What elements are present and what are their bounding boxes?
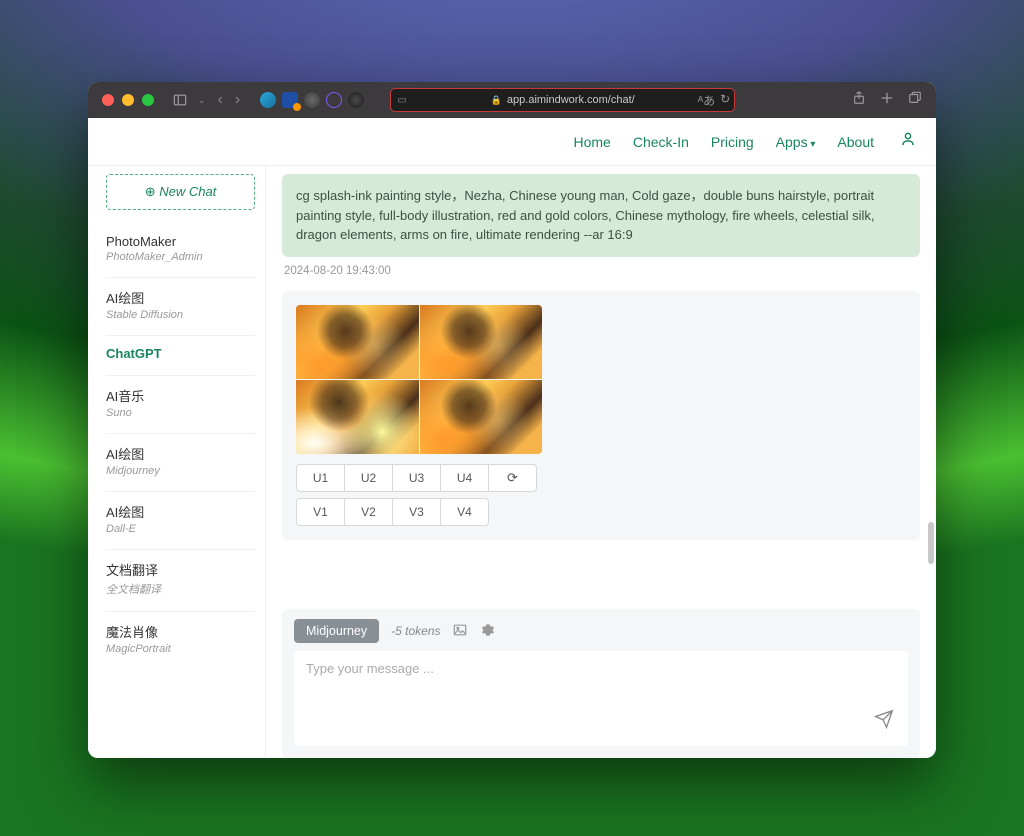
- sidebar-item-sub: Dall-E: [106, 523, 255, 535]
- scrollbar-track: [928, 166, 934, 758]
- favorite-icon-1[interactable]: [260, 92, 276, 108]
- user-account-icon[interactable]: [900, 131, 916, 152]
- browser-titlebar: ⌄ ‹ › ▭ 🔒 app.aimindwork.com/chat/ ᴬあ ↻: [88, 82, 936, 118]
- forward-button[interactable]: ›: [233, 91, 242, 109]
- sidebar-item-magicportrait[interactable]: 魔法肖像 MagicPortrait: [106, 612, 255, 669]
- favorite-icon-2[interactable]: [282, 92, 298, 108]
- chat-scroll[interactable]: cg splash-ink painting style，Nezha, Chin…: [266, 166, 936, 609]
- favorites-strip: [260, 92, 364, 108]
- new-tab-icon[interactable]: [880, 91, 894, 110]
- input-toolbar: Midjourney -5 tokens: [294, 619, 908, 643]
- favorite-icon-4[interactable]: [326, 92, 342, 108]
- u1-button[interactable]: U1: [296, 464, 345, 492]
- sidebar-toggle-icon[interactable]: [172, 92, 188, 108]
- prompt-text: cg splash-ink painting style，Nezha, Chin…: [296, 188, 875, 242]
- upscale-button-row: U1 U2 U3 U4 ⟳: [296, 464, 906, 492]
- main-pane: cg splash-ink painting style，Nezha, Chin…: [266, 166, 936, 758]
- translate-icon[interactable]: ᴬあ: [698, 92, 715, 109]
- sidebar-item-title: ChatGPT: [106, 346, 255, 361]
- sidebar-item-photomaker[interactable]: PhotoMaker PhotoMaker_Admin: [106, 224, 255, 278]
- nav-home[interactable]: Home: [573, 134, 610, 150]
- v4-button[interactable]: V4: [440, 498, 489, 526]
- sidebar-item-title: PhotoMaker: [106, 234, 255, 249]
- nav-checkin[interactable]: Check-In: [633, 134, 689, 150]
- favorite-icon-5[interactable]: [348, 92, 364, 108]
- reload-icon[interactable]: ↻: [720, 92, 730, 109]
- sidebar-item-title: 魔法肖像: [106, 622, 255, 641]
- toolbar-dropdown-icon[interactable]: ⌄: [196, 95, 208, 106]
- token-cost: -5 tokens: [391, 624, 440, 638]
- close-window-button[interactable]: [102, 94, 114, 106]
- sidebar-item-sub: Stable Diffusion: [106, 309, 255, 321]
- nav-pricing[interactable]: Pricing: [711, 134, 754, 150]
- tabs-overview-icon[interactable]: [908, 91, 922, 110]
- new-chat-button[interactable]: New Chat: [106, 174, 255, 210]
- send-button[interactable]: [874, 709, 894, 734]
- body-area: New Chat PhotoMaker PhotoMaker_Admin AI绘…: [88, 166, 936, 758]
- site-settings-icon[interactable]: ▭: [397, 95, 406, 106]
- back-button[interactable]: ‹: [216, 91, 225, 109]
- sidebar-item-title: 文档翻译: [106, 560, 255, 579]
- url-bar[interactable]: ▭ 🔒 app.aimindwork.com/chat/ ᴬあ ↻: [390, 88, 735, 112]
- sidebar-item-midjourney[interactable]: AI绘图 Midjourney: [106, 434, 255, 492]
- mj-image-3[interactable]: [296, 380, 419, 454]
- sidebar-item-title: AI绘图: [106, 288, 255, 307]
- model-badge[interactable]: Midjourney: [294, 619, 379, 643]
- input-area: Midjourney -5 tokens Type your message .…: [282, 609, 920, 758]
- settings-icon[interactable]: [481, 623, 495, 640]
- u3-button[interactable]: U3: [392, 464, 441, 492]
- titlebar-right-controls: [852, 91, 922, 110]
- sidebar-item-title: AI绘图: [106, 502, 255, 521]
- minimize-window-button[interactable]: [122, 94, 134, 106]
- browser-window: ⌄ ‹ › ▭ 🔒 app.aimindwork.com/chat/ ᴬあ ↻: [88, 82, 936, 758]
- v1-button[interactable]: V1: [296, 498, 345, 526]
- scrollbar-thumb[interactable]: [928, 522, 934, 564]
- sidebar-item-sub: Midjourney: [106, 465, 255, 477]
- variation-button-row: V1 V2 V3 V4: [296, 498, 906, 526]
- sidebar-item-sub: Suno: [106, 407, 255, 419]
- sidebar-item-suno[interactable]: AI音乐 Suno: [106, 376, 255, 434]
- mj-image-4[interactable]: [420, 380, 543, 454]
- share-icon[interactable]: [852, 91, 866, 110]
- top-navigation: Home Check-In Pricing Apps About: [88, 118, 936, 166]
- nav-apps-dropdown[interactable]: Apps: [776, 134, 816, 150]
- sidebar-item-dalle[interactable]: AI绘图 Dall-E: [106, 492, 255, 550]
- traffic-lights: [102, 94, 154, 106]
- v3-button[interactable]: V3: [392, 498, 441, 526]
- sidebar-item-title: AI绘图: [106, 444, 255, 463]
- titlebar-left-controls: ⌄ ‹ ›: [172, 91, 242, 109]
- image-upload-icon[interactable]: [453, 623, 467, 640]
- sidebar-item-sub: 全文档翻译: [106, 581, 255, 597]
- sidebar-item-sub: PhotoMaker_Admin: [106, 251, 255, 263]
- sidebar-item-stablediffusion[interactable]: AI绘图 Stable Diffusion: [106, 278, 255, 336]
- sidebar-item-chatgpt[interactable]: ChatGPT: [106, 336, 255, 376]
- nav-about[interactable]: About: [837, 134, 874, 150]
- lock-icon: 🔒: [491, 95, 502, 106]
- reroll-button[interactable]: ⟳: [488, 464, 537, 492]
- midjourney-image-grid[interactable]: [296, 305, 542, 454]
- message-input[interactable]: Type your message ...: [294, 651, 908, 746]
- v2-button[interactable]: V2: [344, 498, 393, 526]
- sidebar-item-title: AI音乐: [106, 386, 255, 405]
- maximize-window-button[interactable]: [142, 94, 154, 106]
- url-text: app.aimindwork.com/chat/: [507, 94, 635, 106]
- response-card: U1 U2 U3 U4 ⟳ V1 V2 V3 V4: [282, 291, 920, 540]
- sidebar: New Chat PhotoMaker PhotoMaker_Admin AI绘…: [88, 166, 266, 758]
- mj-image-2[interactable]: [420, 305, 543, 379]
- message-timestamp: 2024-08-20 19:43:00: [284, 265, 920, 277]
- mj-image-1[interactable]: [296, 305, 419, 379]
- sidebar-item-sub: MagicPortrait: [106, 643, 255, 655]
- user-prompt-bubble: cg splash-ink painting style，Nezha, Chin…: [282, 174, 920, 257]
- sidebar-item-doctranslate[interactable]: 文档翻译 全文档翻译: [106, 550, 255, 612]
- input-placeholder: Type your message ...: [306, 661, 434, 676]
- new-chat-label: New Chat: [145, 184, 217, 199]
- u4-button[interactable]: U4: [440, 464, 489, 492]
- favorite-icon-3[interactable]: [304, 92, 320, 108]
- u2-button[interactable]: U2: [344, 464, 393, 492]
